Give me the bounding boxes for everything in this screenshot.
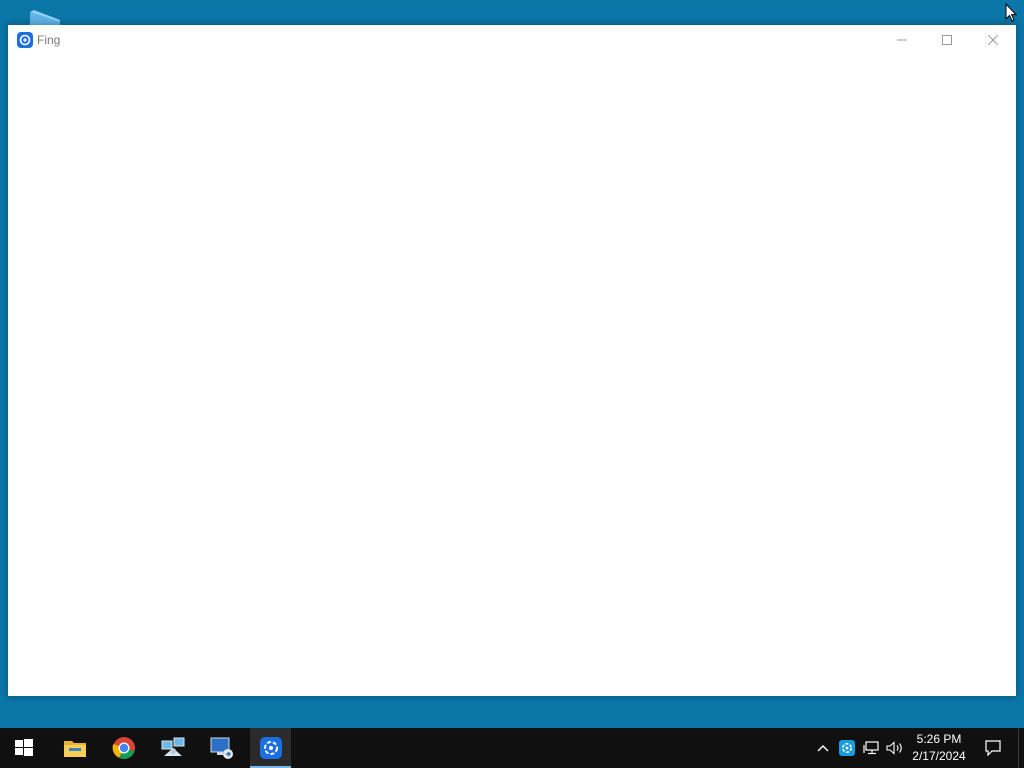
remote-desktop-icon — [210, 737, 233, 759]
window-title: Fing — [37, 33, 61, 47]
close-button[interactable] — [970, 25, 1016, 55]
network-icon — [161, 737, 185, 756]
windows-logo-icon — [15, 739, 33, 756]
taskbar-network-tool[interactable] — [149, 728, 197, 768]
tray-fing[interactable] — [835, 728, 859, 768]
folder-icon — [64, 741, 86, 757]
clock-time: 5:26 PM — [916, 732, 962, 746]
taskbar-file-explorer[interactable] — [51, 728, 99, 768]
fing-icon — [259, 737, 282, 759]
minimize-button[interactable] — [879, 25, 925, 55]
window-content — [8, 55, 1016, 696]
maximize-icon — [942, 35, 952, 45]
start-button[interactable] — [0, 728, 48, 768]
fing-window: Fing — [8, 25, 1016, 696]
network-tray-icon — [863, 741, 879, 755]
pointer-cursor-icon — [1005, 2, 1018, 22]
taskbar-remote-desktop[interactable] — [198, 728, 246, 768]
fing-app-icon — [17, 32, 33, 48]
volume-icon — [886, 741, 902, 755]
action-center-button[interactable] — [978, 728, 1008, 768]
taskbar-chrome[interactable] — [100, 728, 148, 768]
system-clock[interactable]: 5:26 PM 2/17/2024 — [906, 728, 972, 768]
notification-icon — [985, 740, 1001, 756]
mouse-cursor — [1005, 2, 1018, 28]
taskbar: 5:26 PM 2/17/2024 — [0, 728, 1024, 768]
minimize-icon — [897, 39, 907, 41]
clock-date: 2/17/2024 — [912, 749, 966, 763]
maximize-button[interactable] — [924, 25, 970, 55]
fing-tray-icon — [839, 740, 855, 756]
title-bar[interactable]: Fing — [8, 25, 1016, 55]
chevron-up-icon — [817, 745, 829, 752]
close-icon — [988, 35, 998, 45]
tray-network[interactable] — [859, 728, 883, 768]
show-desktop-button[interactable] — [1018, 728, 1024, 768]
desktop-icon[interactable] — [26, 8, 60, 26]
chrome-icon — [112, 737, 135, 759]
show-hidden-icons-button[interactable] — [811, 728, 835, 768]
tray-volume[interactable] — [883, 728, 907, 768]
taskbar-fing[interactable] — [250, 728, 291, 768]
